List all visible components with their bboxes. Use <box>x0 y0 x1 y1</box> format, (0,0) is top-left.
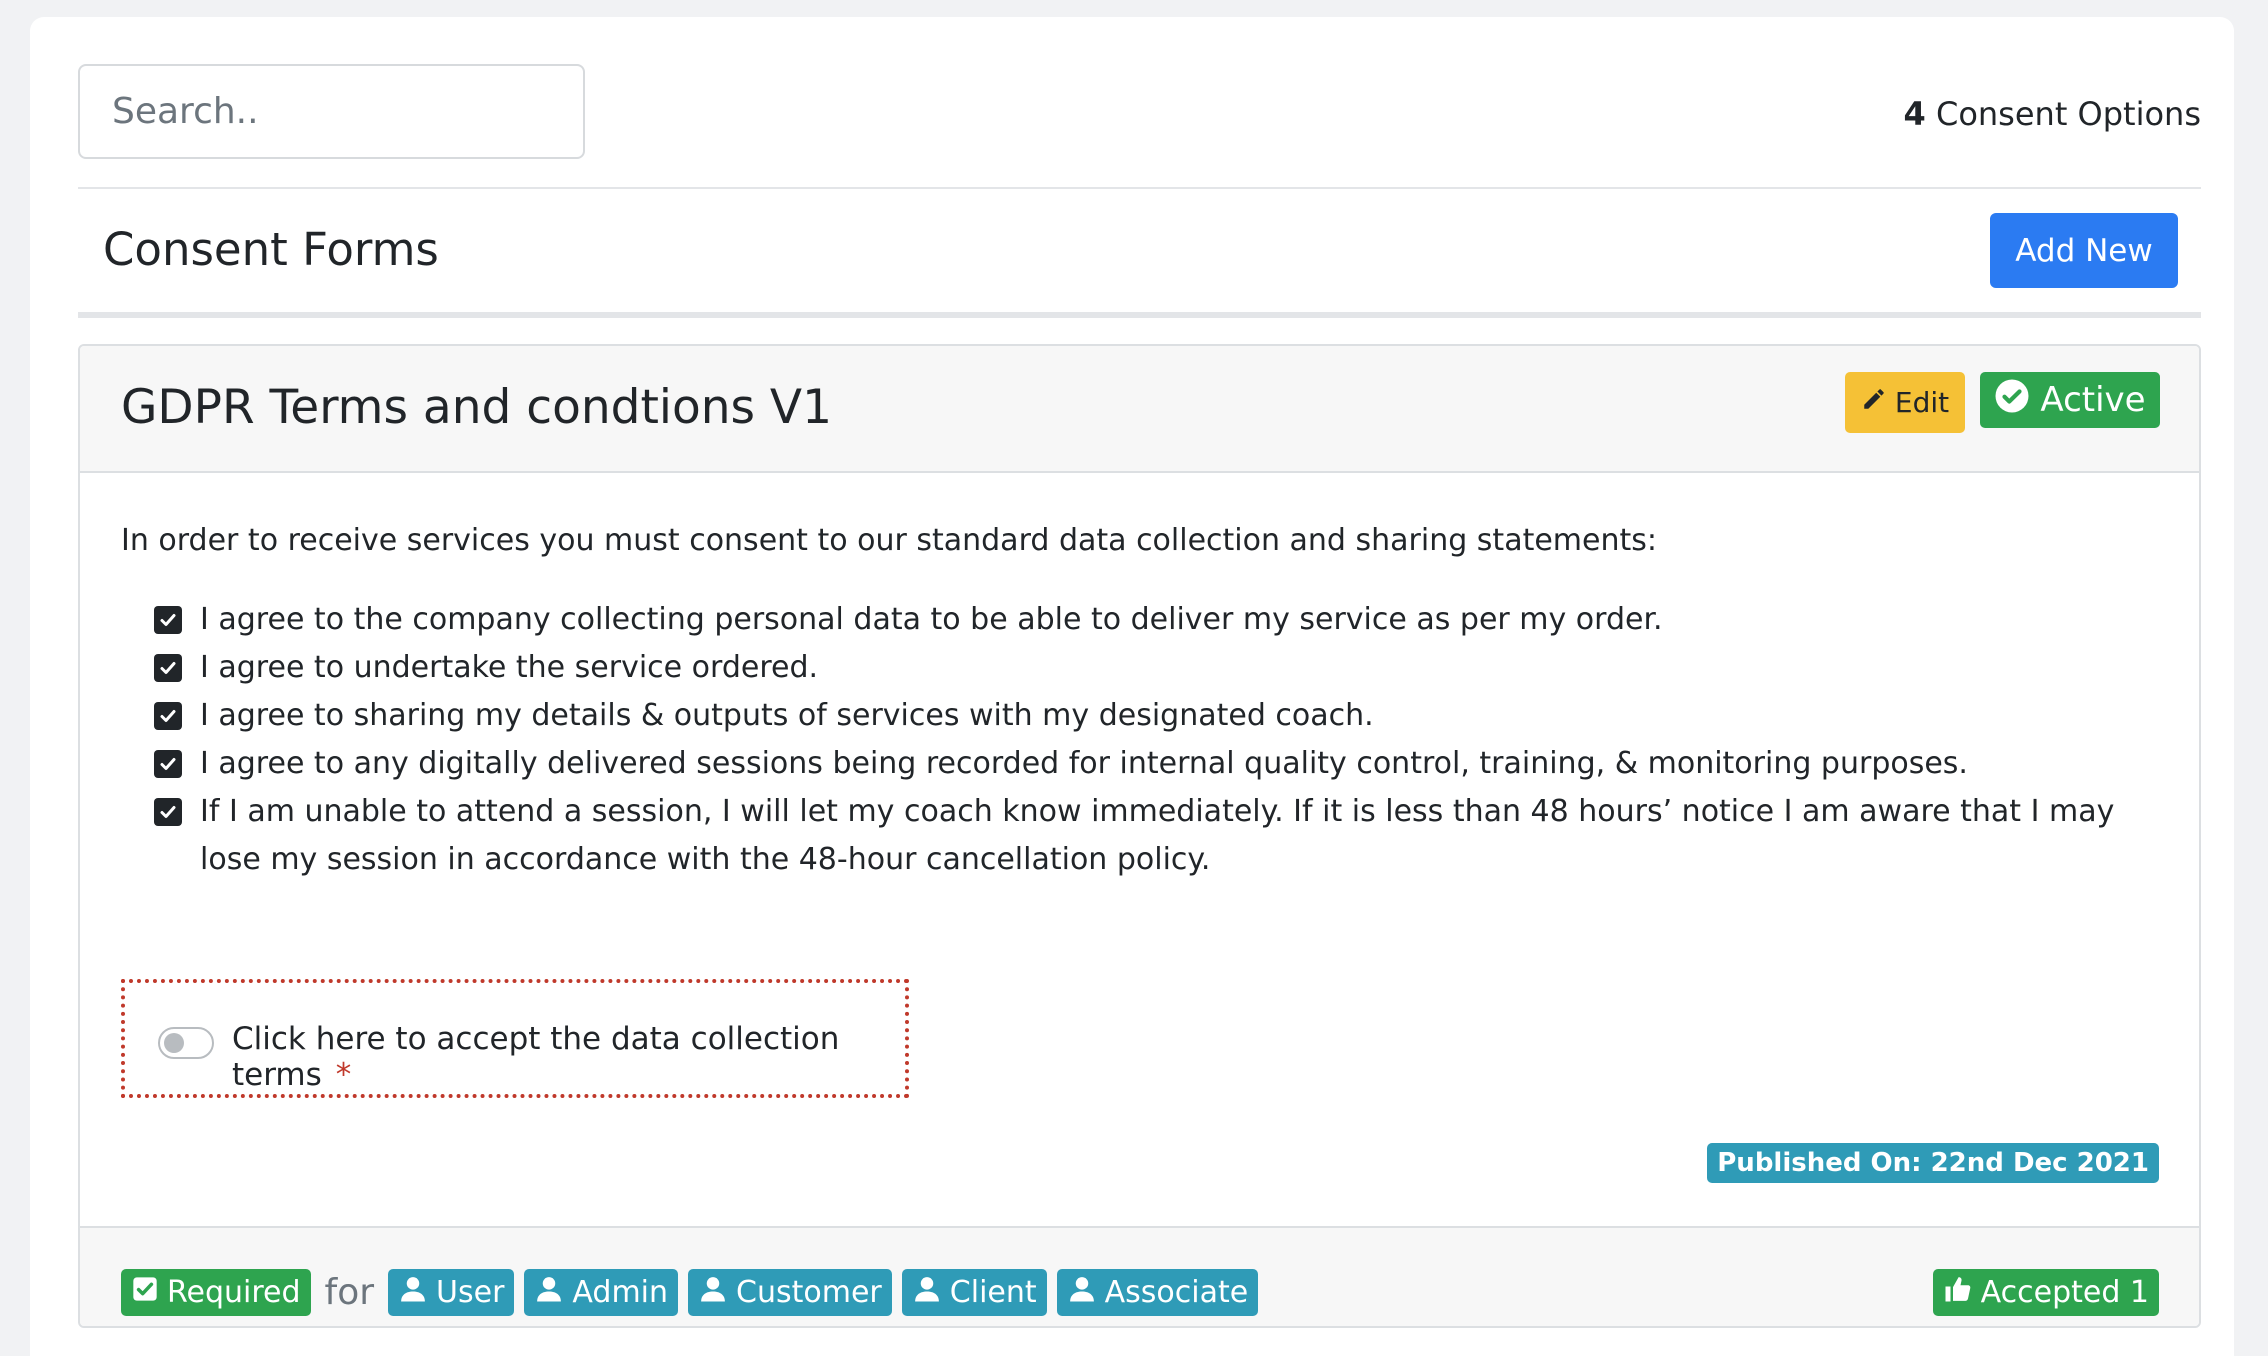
user-icon <box>912 1274 942 1312</box>
consent-form-card: GDPR Terms and condtions V1 Edit Active … <box>78 344 2201 1328</box>
accept-terms-box: Click here to accept the data collection… <box>121 979 909 1098</box>
checkbox-checked-icon <box>154 750 182 778</box>
role-badge-client: Client <box>901 1269 1047 1316</box>
consent-count: 4 Consent Options <box>1904 95 2201 133</box>
for-label: for <box>324 1272 375 1313</box>
search-input[interactable] <box>78 64 585 159</box>
role-badge-user: User <box>388 1269 515 1316</box>
list-item: I agree to sharing my details & outputs … <box>154 692 2159 740</box>
status-badge: Active <box>1980 372 2160 428</box>
card-header: GDPR Terms and condtions V1 Edit Active <box>80 346 2199 473</box>
accept-terms-text: Click here to accept the data collection… <box>232 1021 840 1093</box>
thumbs-up-icon <box>1943 1274 1973 1312</box>
checkbox-checked-icon <box>154 702 182 730</box>
list-item: If I am unable to attend a session, I wi… <box>154 788 2159 884</box>
accept-terms-label[interactable]: Click here to accept the data collection… <box>232 1021 905 1093</box>
checkbox-checked-icon <box>154 654 182 682</box>
form-title: GDPR Terms and condtions V1 <box>121 380 832 435</box>
status-label: Active <box>2040 380 2146 420</box>
term-text: I agree to undertake the service ordered… <box>200 650 819 685</box>
role-badge-admin: Admin <box>524 1269 679 1316</box>
main-panel: 4 Consent Options Consent Forms Add New … <box>30 17 2234 1356</box>
form-intro: In order to receive services you must co… <box>121 523 1657 558</box>
accepted-label: Accepted 1 <box>1980 1275 2149 1310</box>
user-icon <box>398 1274 428 1312</box>
term-text: I agree to the company collecting person… <box>200 602 1663 637</box>
required-asterisk: * <box>335 1057 352 1093</box>
role-badge-customer: Customer <box>688 1269 892 1316</box>
card-footer: Required for User Admin Customer Client … <box>80 1226 2199 1326</box>
role-label: Customer <box>736 1275 882 1310</box>
term-text: I agree to sharing my details & outputs … <box>200 698 1374 733</box>
role-label: User <box>436 1275 505 1310</box>
divider <box>78 187 2201 189</box>
terms-list: I agree to the company collecting person… <box>154 596 2159 884</box>
list-item: I agree to any digitally delivered sessi… <box>154 740 2159 788</box>
role-label: Client <box>949 1275 1037 1310</box>
page-title: Consent Forms <box>103 223 439 276</box>
role-label: Associate <box>1104 1275 1249 1310</box>
role-badge-associate: Associate <box>1056 1269 1259 1316</box>
add-new-button[interactable]: Add New <box>1990 213 2178 288</box>
user-icon <box>698 1274 728 1312</box>
check-circle-icon <box>1994 378 2030 423</box>
checkbox-checked-icon <box>154 798 182 826</box>
divider <box>78 312 2201 318</box>
required-roles: Required for User Admin Customer Client … <box>121 1269 1259 1316</box>
consent-count-label: Consent Options <box>1935 95 2201 133</box>
consent-count-number: 4 <box>1903 95 1926 133</box>
checkbox-checked-icon <box>154 606 182 634</box>
user-icon <box>534 1274 564 1312</box>
accepted-badge: Accepted 1 <box>1932 1269 2159 1316</box>
checkbox-checked-icon <box>131 1275 159 1311</box>
accept-terms-toggle[interactable] <box>158 1027 214 1059</box>
edit-label: Edit <box>1894 386 1950 419</box>
term-text: If I am unable to attend a session, I wi… <box>200 794 2115 877</box>
required-badge: Required <box>121 1269 311 1316</box>
term-text: I agree to any digitally delivered sessi… <box>200 746 1968 781</box>
list-item: I agree to undertake the service ordered… <box>154 644 2159 692</box>
list-item: I agree to the company collecting person… <box>154 596 2159 644</box>
edit-button[interactable]: Edit <box>1845 372 1965 433</box>
user-icon <box>1067 1274 1097 1312</box>
role-label: Admin <box>572 1275 669 1310</box>
required-label: Required <box>167 1275 301 1310</box>
pencil-icon <box>1861 386 1887 419</box>
published-badge: Published On: 22nd Dec 2021 <box>1707 1143 2159 1183</box>
